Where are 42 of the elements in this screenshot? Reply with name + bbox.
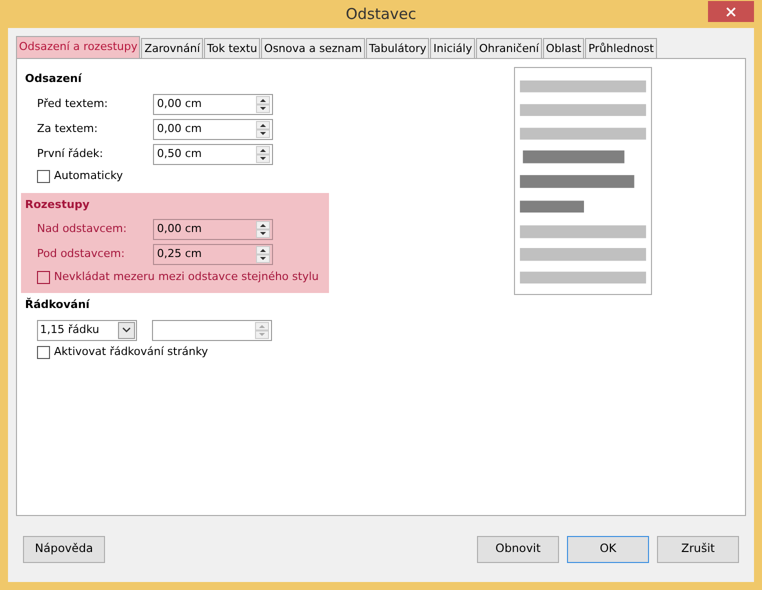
field-label: První řádek: xyxy=(37,146,104,162)
spin-arrows-icon[interactable] xyxy=(256,146,270,162)
spin-arrows-icon[interactable] xyxy=(256,96,270,112)
tab[interactable]: Ohraničení xyxy=(476,38,542,58)
spin-field[interactable]: 0,50 cm xyxy=(153,144,273,164)
tab[interactable]: Odsazení a rozestupy xyxy=(16,36,140,58)
section-heading: Odsazení xyxy=(25,71,83,87)
checkbox-label: Nevkládat mezeru mezi odstavce stejného stylu xyxy=(54,268,319,285)
field-label: Před textem: xyxy=(37,96,109,112)
spin-arrows-icon[interactable] xyxy=(256,120,270,138)
dialog-button[interactable]: Nápověda xyxy=(23,536,105,562)
section-heading: Rozestupy xyxy=(25,196,91,212)
tab[interactable]: Tabulátory xyxy=(366,38,430,58)
section-heading: Řádkování xyxy=(25,297,91,313)
tab[interactable]: Zarovnání xyxy=(141,38,204,58)
tab[interactable]: Oblast xyxy=(542,38,584,58)
field-label: Pod odstavcem: xyxy=(37,246,126,262)
field-label: Nad odstavcem: xyxy=(37,221,128,238)
dialog-button[interactable]: Obnovit xyxy=(477,536,559,562)
spin-field[interactable]: 0,00 cm xyxy=(153,94,273,114)
close-button[interactable] xyxy=(708,1,754,22)
spin-arrows-icon[interactable] xyxy=(256,246,270,263)
window-title: Odstavec xyxy=(346,4,416,25)
checkbox-label: Automaticky xyxy=(54,168,123,184)
checkbox[interactable] xyxy=(37,346,50,359)
spin-field[interactable]: 0,00 cm xyxy=(153,118,273,140)
tab[interactable]: Tok textu xyxy=(204,38,260,58)
checkbox[interactable] xyxy=(37,270,50,284)
dropdown[interactable]: 1,15 řádku xyxy=(37,320,137,340)
tab[interactable]: Iniciály xyxy=(430,38,476,58)
spin-field[interactable]: 0,25 cm xyxy=(153,244,273,265)
field-label: Za textem: xyxy=(37,120,99,137)
tab[interactable]: Průhlednost xyxy=(585,38,657,58)
spin-field[interactable]: 0,00 cm xyxy=(153,219,273,240)
checkbox-label: Aktivovat řádkování stránky xyxy=(54,344,208,360)
spin-arrows-icon[interactable] xyxy=(256,221,270,238)
close-icon xyxy=(726,6,736,16)
dialog-button[interactable]: OK xyxy=(567,536,649,562)
tab[interactable]: Osnova a seznam xyxy=(261,38,365,58)
checkbox[interactable] xyxy=(37,170,50,183)
spin-field[interactable] xyxy=(152,320,272,340)
dialog-button[interactable]: Zrušit xyxy=(657,536,739,562)
